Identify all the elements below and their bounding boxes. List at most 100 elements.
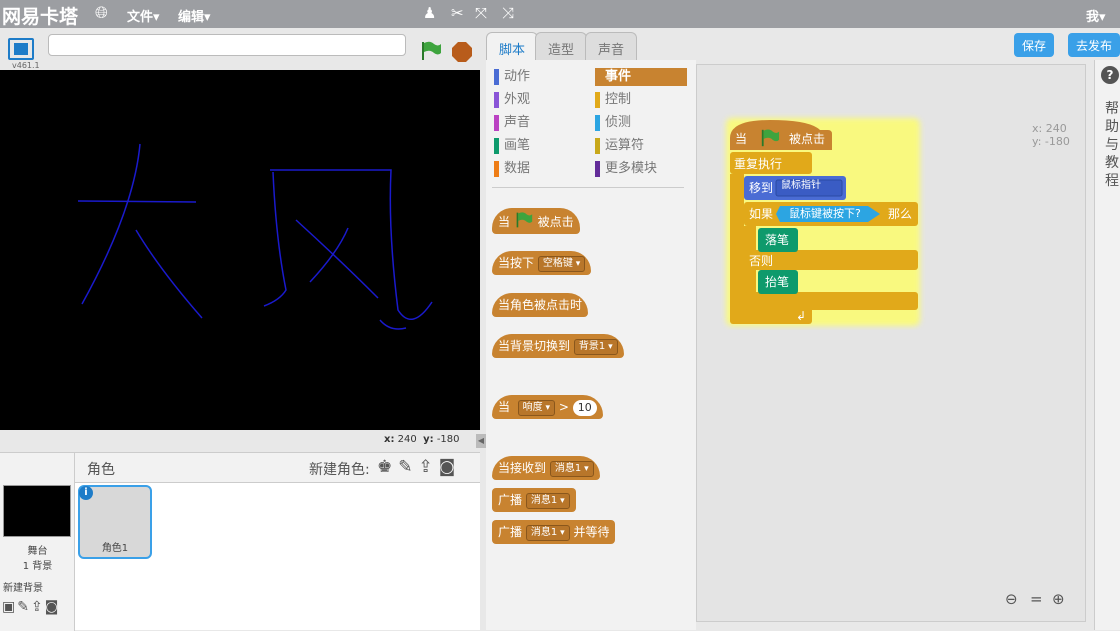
category-color-swatch — [494, 115, 499, 131]
category-color-swatch — [595, 92, 600, 108]
sprite-name: 角色1 — [101, 543, 129, 554]
zoom-reset-icon[interactable]: = — [1030, 590, 1043, 608]
category-color-swatch — [595, 138, 600, 154]
script-area-coords: x: 240 y: -180 — [1032, 122, 1070, 148]
script-goto-dropdown[interactable]: 鼠标指针 — [781, 175, 821, 197]
block-when-flag-clicked[interactable]: 当 被点击 — [492, 208, 580, 234]
help-label: 帮助与教程 — [1105, 101, 1119, 189]
script-hat-clicked: 被点击 — [789, 132, 826, 146]
app-logo[interactable]: 网易卡塔 — [2, 2, 78, 29]
block-broadcast-and-wait[interactable]: 广播 消息1 并等待 — [492, 520, 616, 544]
camera-backdrop-icon[interactable]: ◙ — [45, 599, 61, 615]
zoom-out-icon[interactable]: ⊖ — [1005, 590, 1018, 608]
category-sound[interactable]: 声音 — [494, 114, 530, 132]
category-color-swatch — [494, 92, 499, 108]
globe-icon[interactable]: 🌐︎ — [95, 4, 108, 22]
script-then: 那么 — [888, 207, 913, 221]
upload-sprite-icon[interactable]: ⇪ — [419, 457, 439, 477]
backdrop-dropdown[interactable]: 背景1 — [573, 338, 618, 355]
script-pen-down: 落笔 — [765, 233, 790, 247]
category-color-swatch — [494, 69, 499, 85]
sprite-pane: 舞台 1 背景 新建背景 ▣✎⇪◙ 角色 新建角色: ♚✎⇪◙ i 角色1 — [0, 452, 480, 631]
block-when-backdrop-switches[interactable]: 当背景切换到 背景1 — [492, 334, 624, 358]
script-else: 否则 — [749, 254, 774, 268]
tab-scripts[interactable]: 脚本 — [486, 32, 539, 60]
paint-backdrop-brush-icon[interactable]: ✎ — [17, 599, 31, 615]
green-flag-icon — [516, 212, 533, 228]
camera-sprite-icon[interactable]: ◙ — [439, 457, 462, 477]
script-if: 如果 — [749, 207, 774, 221]
menu-file[interactable]: 文件▾ — [127, 6, 160, 25]
help-icon[interactable]: ? — [1101, 66, 1119, 84]
loop-arrow-icon: ↲ — [796, 309, 807, 323]
message-dropdown[interactable]: 消息1 — [549, 460, 594, 477]
script-pen-up: 抬笔 — [765, 275, 790, 289]
sprite-tile-sprite1[interactable]: i 角色1 — [78, 485, 152, 559]
sensor-dropdown[interactable]: 响度 — [517, 399, 556, 416]
shrink-icon[interactable]: ⤨ — [502, 4, 514, 22]
sprite-header: 角色 新建角色: ♚✎⇪◙ — [75, 453, 480, 483]
duplicate-stamp-icon[interactable]: ♟ — [423, 4, 436, 22]
category-color-swatch — [595, 115, 600, 131]
script-condition[interactable]: 鼠标键被按下? — [789, 203, 861, 225]
new-sprite-tools: ♚✎⇪◙ — [377, 457, 461, 477]
category-more-blocks[interactable]: 更多模块 — [595, 160, 657, 178]
sprites-label: 角色 — [87, 462, 115, 478]
menu-edit[interactable]: 编辑▾ — [178, 6, 211, 25]
paint-backdrop-library-icon[interactable]: ▣ — [2, 599, 17, 615]
block-when-receive[interactable]: 当接收到 消息1 — [492, 456, 600, 480]
stage-collapse-toggle[interactable]: ◀ — [476, 434, 486, 448]
share-button[interactable]: 去发布 — [1068, 33, 1120, 57]
new-sprite-label: 新建角色: — [309, 462, 370, 478]
project-title-input[interactable] — [48, 34, 406, 56]
fullscreen-icon[interactable] — [8, 38, 34, 60]
palette-separator — [492, 187, 684, 188]
new-backdrop-label: 新建背景 — [3, 583, 43, 594]
zoom-in-icon[interactable]: ⊕ — [1052, 590, 1065, 608]
category-events[interactable]: 事件 — [595, 68, 687, 86]
script-hat-when: 当 — [735, 132, 748, 146]
stage-name-label: 舞台 1 背景 — [22, 546, 53, 572]
block-when-sensor-greater[interactable]: 当 响度 > 10 — [492, 395, 603, 419]
paint-sprite-brush-icon[interactable]: ✎ — [398, 457, 418, 477]
grow-icon[interactable]: ⤧ — [475, 4, 487, 22]
message-dropdown[interactable]: 消息1 — [525, 492, 570, 509]
new-backdrop-tools: ▣✎⇪◙ — [2, 599, 60, 615]
version-label: v461.1 — [12, 61, 40, 70]
save-button[interactable]: 保存 — [1014, 33, 1055, 57]
stage-thumbnail[interactable] — [3, 485, 71, 537]
block-when-sprite-clicked[interactable]: 当角色被点击时 — [492, 293, 589, 317]
user-menu[interactable]: 我▾ — [1086, 6, 1106, 25]
category-sensing[interactable]: 侦测 — [595, 114, 631, 132]
script-forever: 重复执行 — [734, 157, 783, 171]
help-panel[interactable]: ? 帮助与教程 — [1094, 60, 1120, 630]
tab-costumes[interactable]: 造型 — [535, 32, 588, 60]
category-color-swatch — [595, 161, 600, 177]
sensor-value-input[interactable]: 10 — [572, 399, 597, 416]
stage-header: v461.1 — [0, 28, 480, 70]
top-menu-bar: 网易卡塔 🌐︎ 文件▾ 编辑▾ ♟ ✂ ⤧ ⤨ 我▾ — [0, 0, 1120, 28]
category-color-swatch — [494, 138, 499, 154]
category-operators[interactable]: 运算符 — [595, 137, 644, 155]
sprite-library-icon[interactable]: ♚ — [377, 457, 398, 477]
cut-scissors-icon[interactable]: ✂ — [451, 4, 464, 22]
info-icon[interactable]: i — [79, 486, 93, 500]
script-goto: 移到 — [749, 181, 774, 195]
upload-backdrop-icon[interactable]: ⇪ — [31, 599, 45, 615]
key-dropdown[interactable]: 空格键 — [537, 255, 586, 272]
pen-drawing — [77, 143, 433, 330]
category-motion[interactable]: 动作 — [494, 68, 530, 86]
block-when-key-pressed[interactable]: 当按下 空格键 — [492, 251, 592, 275]
category-control[interactable]: 控制 — [595, 91, 631, 109]
block-broadcast[interactable]: 广播 消息1 — [492, 488, 576, 512]
green-flag-icon[interactable] — [420, 40, 442, 62]
stop-icon[interactable] — [452, 42, 472, 62]
tab-sounds[interactable]: 声音 — [585, 32, 638, 60]
category-data[interactable]: 数据 — [494, 160, 530, 178]
message-dropdown[interactable]: 消息1 — [525, 524, 570, 541]
category-pen[interactable]: 画笔 — [494, 137, 530, 155]
category-looks[interactable]: 外观 — [494, 91, 530, 109]
stage-canvas[interactable] — [0, 70, 480, 430]
category-color-swatch — [494, 161, 499, 177]
category-color-swatch — [595, 69, 600, 85]
